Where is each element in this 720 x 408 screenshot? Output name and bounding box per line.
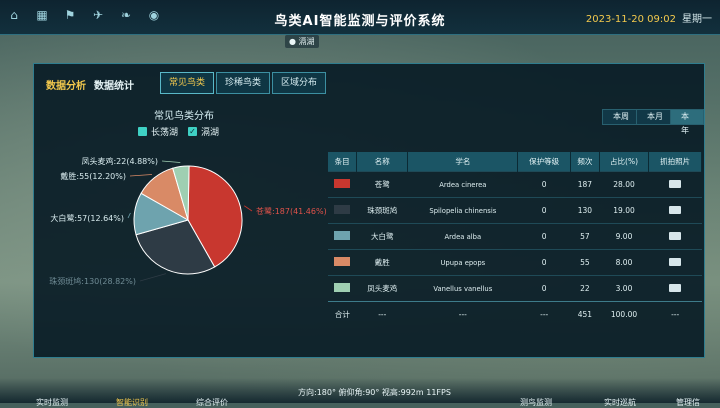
protection-level: 0: [517, 223, 571, 250]
col-header: 名称: [356, 152, 409, 172]
frequency: 57: [570, 223, 600, 250]
total-photo: ---: [648, 301, 702, 327]
pie-label: 大白鹭:57(12.64%): [50, 213, 124, 223]
image-icon[interactable]: [669, 179, 682, 188]
col-header: 占比(%): [599, 152, 650, 172]
pie-chart: 苍鹭:187(41.46%) 珠颈斑鸠:130(28.82%) 大白鹭:57(12.…: [49, 156, 327, 286]
protection-level: 0: [517, 197, 571, 224]
protection-level: 0: [517, 275, 571, 302]
color-swatch: [334, 283, 351, 292]
col-header: 学名: [407, 152, 519, 172]
total-level: ---: [517, 301, 571, 327]
image-icon[interactable]: [669, 257, 682, 266]
color-swatch: [334, 257, 351, 266]
col-header: 保护等级: [517, 152, 572, 172]
frequency: 187: [570, 171, 600, 198]
photo-cell: [648, 275, 702, 302]
tab-region-distribution[interactable]: 区域分布: [272, 72, 327, 94]
percentage: 19.00: [599, 197, 649, 224]
percentage: 8.00: [599, 249, 649, 276]
bird-name: 大白鹭: [356, 223, 408, 250]
photo-cell: [648, 197, 702, 224]
total-freq: 451: [570, 301, 600, 327]
photo-cell: [648, 171, 702, 198]
table-header-row: 条目 名称 学名 保护等级 频次 占比(%) 抓拍照片: [328, 152, 702, 172]
row-color-cell: [328, 171, 357, 198]
frequency: 55: [570, 249, 600, 276]
protection-level: 0: [517, 171, 571, 198]
color-swatch: [334, 205, 351, 214]
table-row: 戴胜 Upupa epops 0 55 8.00: [328, 249, 702, 276]
pie-leader-line: [139, 273, 167, 282]
bird-name: 戴胜: [356, 249, 408, 276]
bird-name: 凤头麦鸡: [356, 275, 408, 302]
pie-leader-line: [161, 160, 181, 163]
tab-common-birds[interactable]: 常见鸟类: [160, 72, 215, 94]
map-location-text: 滆湖: [298, 37, 315, 46]
table-row: 苍鹭 Ardea cinerea 0 187 28.00: [328, 171, 702, 198]
table-row: 珠颈斑鸠 Spilopelia chinensis 0 130 19.00: [328, 197, 702, 224]
image-icon[interactable]: [669, 205, 682, 214]
top-bar: ⌂ ▦ ⚑ ✈ ❧ ◉ 鸟类AI智能监测与评价系统 2023-11-20 09:…: [0, 0, 720, 35]
bird-name: 珠颈斑鸠: [356, 197, 408, 224]
pie-leader-line: [243, 205, 253, 212]
tab-rare-birds[interactable]: 珍稀鸟类: [216, 72, 271, 94]
pie-label: 苍鹭:187(41.46%): [256, 206, 327, 216]
datetime: 2023-11-20 09:02 星期一: [586, 10, 712, 25]
percentage: 3.00: [599, 275, 649, 302]
photo-cell: [648, 223, 702, 250]
section-label: 数据分析: [46, 81, 86, 92]
image-icon[interactable]: [669, 283, 682, 292]
pie-label: 凤头麦鸡:22(4.88%): [81, 156, 158, 166]
total-label: 合计: [328, 301, 357, 327]
pie-leader-line: [127, 212, 131, 219]
frequency: 22: [570, 275, 600, 302]
scientific-name: Vanellus vanellus: [407, 275, 518, 302]
weekday: 星期一: [682, 14, 712, 25]
scientific-name: Ardea alba: [407, 223, 518, 250]
pie-leader-line: [129, 174, 153, 177]
photo-cell: [648, 249, 702, 276]
chart-title: 常见鸟类分布: [154, 111, 214, 122]
frequency: 130: [570, 197, 600, 224]
col-header: 频次: [570, 152, 600, 172]
bird-name: 苍鹭: [356, 171, 408, 198]
map-location-chip[interactable]: ● 滆湖: [285, 35, 319, 48]
color-swatch: [334, 231, 351, 240]
scientific-name: Upupa epops: [407, 249, 518, 276]
period-week[interactable]: 本周: [602, 109, 640, 125]
pie-label: 戴胜:55(12.20%): [60, 171, 126, 181]
datetime-text: 2023-11-20 09:02: [585, 14, 676, 25]
percentage: 9.00: [599, 223, 649, 250]
period-year[interactable]: 本年: [670, 109, 704, 135]
total-name: ---: [356, 301, 408, 327]
total-sci: ---: [407, 301, 518, 327]
percentage: 28.00: [599, 171, 649, 198]
total-row: 合计 --- --- --- 451 100.00 ---: [328, 301, 702, 327]
protection-level: 0: [517, 249, 571, 276]
pie-label: 珠颈斑鸠:130(28.82%): [49, 276, 136, 286]
color-swatch: [334, 179, 351, 188]
table-row: 大白鹭 Ardea alba 0 57 9.00: [328, 223, 702, 250]
scientific-name: Spilopelia chinensis: [407, 197, 518, 224]
row-color-cell: [328, 197, 357, 224]
period-month[interactable]: 本月: [636, 109, 674, 125]
image-icon[interactable]: [669, 231, 682, 240]
stats-panel: 数据分析 数据统计 常见鸟类 珍稀鸟类 区域分布 常见鸟类分布 长荡湖 ✓ 滆湖 …: [33, 63, 705, 358]
bird-table: 条目 名称 学名 保护等级 频次 占比(%) 抓拍照片 苍鹭 Ardea cine…: [328, 152, 702, 327]
row-color-cell: [328, 249, 357, 276]
row-color-cell: [328, 275, 357, 302]
row-color-cell: [328, 223, 357, 250]
scientific-name: Ardea cinerea: [407, 171, 518, 198]
col-header: 条目: [328, 152, 358, 172]
table-row: 凤头麦鸡 Vanellus vanellus 0 22 3.00: [328, 275, 702, 302]
total-pct: 100.00: [599, 301, 649, 327]
status-readout: 方向:180° 俯仰角:90° 视高:992m 11FPS: [298, 388, 451, 397]
col-header: 抓拍照片: [648, 152, 702, 172]
sub-label: 数据统计: [94, 81, 134, 92]
